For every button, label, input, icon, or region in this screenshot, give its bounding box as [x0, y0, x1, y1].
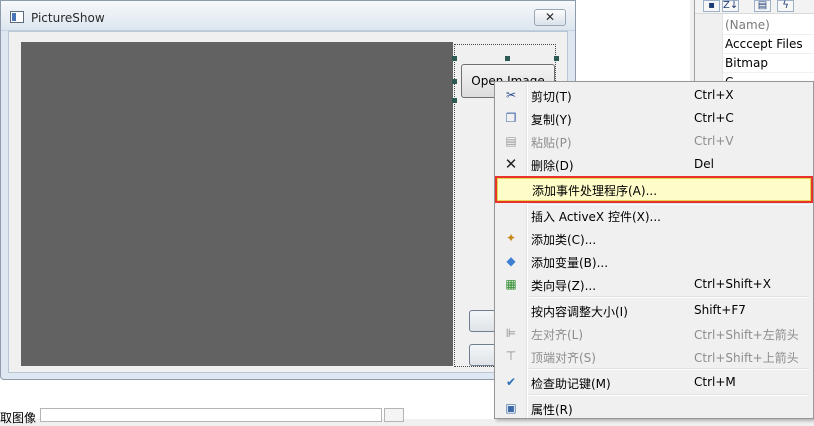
menu-separator: [529, 394, 809, 396]
property-row[interactable]: (Name): [723, 16, 814, 35]
dialog-close-button[interactable]: ✕: [534, 9, 566, 26]
menu-item-shortcut: Ctrl+C: [694, 111, 734, 125]
menu-item-label: 删除(D): [531, 159, 574, 173]
picture-control[interactable]: [21, 42, 453, 366]
menu-item-label: 插入 ActiveX 控件(X)...: [531, 210, 661, 224]
menu-item-delete[interactable]: ✕ 删除(D) Del: [497, 153, 811, 176]
menu-item-class-wizard[interactable]: ▦ 类向导(Z)... Ctrl+Shift+X: [497, 273, 811, 296]
menu-item-insert-activex[interactable]: 插入 ActiveX 控件(X)...: [497, 204, 811, 227]
menu-item-label: 粘贴(P): [531, 136, 572, 150]
app-window-icon: [10, 11, 24, 23]
property-row[interactable]: Bitmap: [723, 54, 814, 73]
menu-item-cut[interactable]: ✂ 剪切(T) Ctrl+X: [497, 84, 811, 107]
menu-item-label: 类向导(Z)...: [531, 279, 597, 293]
align-top-icon: ⊤: [505, 349, 517, 363]
copy-icon: ❐: [505, 111, 517, 125]
delete-icon: ✕: [504, 155, 518, 173]
property-pages-icon[interactable]: ▤: [754, 0, 771, 12]
menu-item-check-mnemonics[interactable]: ✔ 检查助记键(M) Ctrl+M: [497, 371, 811, 394]
dialog-title-bar[interactable]: PictureShow ✕: [1, 1, 575, 31]
menu-item-shortcut: Ctrl+Shift+上箭头: [694, 351, 799, 365]
bottom-label-fragment: 取图像: [0, 411, 37, 425]
menu-item-shortcut: Ctrl+X: [694, 88, 734, 102]
menu-item-label: 左对齐(L): [531, 328, 584, 342]
resize-handle-top-left[interactable]: [452, 56, 457, 61]
dialog-client-area[interactable]: Open Image: [8, 31, 568, 373]
properties-icon: ▣: [505, 401, 517, 415]
bottom-browse-button[interactable]: [384, 408, 404, 422]
class-wizard-icon: ▦: [505, 277, 517, 291]
context-menu: ✂ 剪切(T) Ctrl+X ❐ 复制(Y) Ctrl+C ▤ 粘贴(P) Ct…: [494, 81, 814, 419]
menu-item-label: 顶端对齐(S): [531, 351, 596, 365]
resize-handle-mid-left[interactable]: [452, 79, 457, 84]
menu-item-label: 检查助记键(M): [531, 377, 611, 391]
sort-alpha-icon[interactable]: Z↓: [722, 0, 739, 12]
resize-handle-top-mid[interactable]: [505, 56, 510, 61]
events-icon[interactable]: ϟ: [777, 0, 794, 12]
dialog-window[interactable]: PictureShow ✕ Open Image: [0, 0, 576, 380]
align-left-icon: ⊫: [505, 326, 517, 340]
menu-item-add-variable[interactable]: ◆ 添加变量(B)...: [497, 250, 811, 273]
resize-handle-bottom-left[interactable]: [452, 98, 457, 103]
check-mnemonics-icon: ✔: [505, 375, 517, 389]
bottom-text-field[interactable]: [40, 408, 382, 422]
add-variable-icon: ◆: [506, 254, 516, 268]
menu-item-shortcut: Shift+F7: [694, 303, 746, 317]
property-row[interactable]: Acccept Files: [723, 35, 814, 54]
menu-item-label: 复制(Y): [531, 113, 572, 127]
menu-item-align-top[interactable]: ⊤ 顶端对齐(S) Ctrl+Shift+上箭头: [497, 345, 811, 368]
categorized-icon[interactable]: ▪: [703, 0, 720, 12]
scissors-icon: ✂: [505, 88, 517, 102]
menu-separator: [529, 368, 809, 370]
menu-separator: [529, 296, 809, 298]
menu-item-size-to-content[interactable]: 按内容调整大小(I) Shift+F7: [497, 299, 811, 322]
menu-item-shortcut: Ctrl+M: [694, 375, 736, 389]
menu-item-align-left[interactable]: ⊫ 左对齐(L) Ctrl+Shift+左箭头: [497, 322, 811, 345]
menu-item-label: 添加类(C)...: [531, 233, 597, 247]
menu-item-shortcut: Ctrl+Shift+左箭头: [694, 328, 799, 342]
add-class-icon: ✦: [505, 231, 517, 245]
menu-item-label: 属性(R): [531, 403, 573, 417]
menu-item-properties[interactable]: ▣ 属性(R): [497, 397, 811, 420]
paste-icon: ▤: [505, 134, 517, 148]
menu-item-label: 剪切(T): [531, 90, 572, 104]
menu-item-shortcut: Ctrl+V: [694, 134, 734, 148]
dialog-title: PictureShow: [31, 11, 105, 25]
menu-item-add-event-handler[interactable]: 添加事件处理程序(A)...: [495, 176, 813, 203]
menu-item-shortcut: Ctrl+Shift+X: [694, 277, 771, 291]
menu-item-copy[interactable]: ❐ 复制(Y) Ctrl+C: [497, 107, 811, 130]
menu-item-shortcut: Del: [694, 157, 714, 171]
resize-handle-top-right[interactable]: [554, 56, 559, 61]
menu-item-label: 添加事件处理程序(A)...: [532, 184, 658, 198]
menu-item-label: 添加变量(B)...: [531, 256, 609, 270]
menu-item-add-class[interactable]: ✦ 添加类(C)...: [497, 227, 811, 250]
properties-toolbar: ▪ Z↓ ▤ ϟ: [695, 0, 814, 14]
menu-item-paste[interactable]: ▤ 粘贴(P) Ctrl+V: [497, 130, 811, 153]
menu-item-label: 按内容调整大小(I): [531, 305, 628, 319]
